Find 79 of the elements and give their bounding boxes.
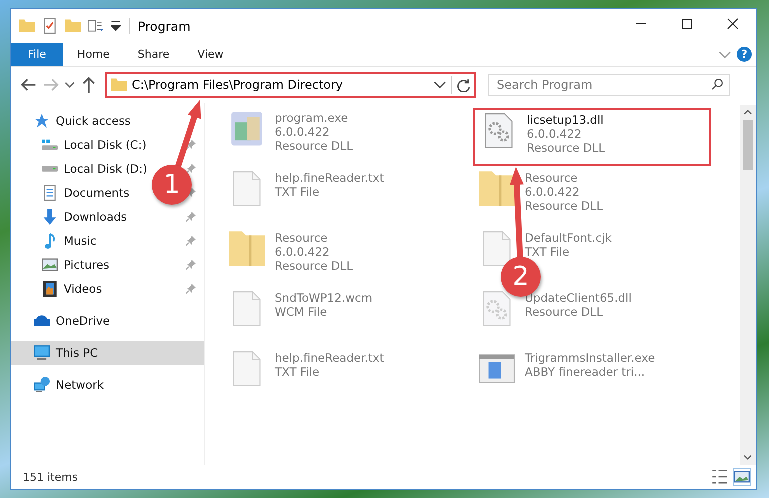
file-name[interactable]: SndToWP12.wcm [275, 291, 373, 305]
pin-icon [186, 140, 196, 150]
file-detail: 6.0.0.422 [527, 127, 583, 141]
scroll-down-icon[interactable] [744, 455, 752, 460]
file-name[interactable]: Resource [275, 231, 354, 245]
picture-icon [42, 257, 58, 273]
checklist-icon[interactable] [42, 18, 58, 34]
sidebar-item[interactable]: Music [64, 234, 97, 248]
file-detail: Resource DLL [525, 199, 604, 213]
sidebar-item[interactable]: Network [56, 378, 104, 392]
pin-icon [186, 284, 196, 294]
pin-icon [186, 164, 196, 174]
file-name[interactable]: TrigrammsInstaller.exe [525, 351, 656, 365]
callout-arrow [174, 100, 202, 169]
sidebar-item[interactable]: Quick access [56, 114, 131, 128]
search-icon [712, 79, 723, 90]
sidebar-item[interactable]: Videos [64, 282, 102, 296]
item-count: 151 items [23, 470, 78, 484]
dropdown-icon[interactable] [111, 21, 121, 31]
scrollbar[interactable] [740, 105, 756, 465]
file-detail: Resource DLL [275, 259, 354, 273]
scroll-up-icon[interactable] [744, 110, 752, 115]
file-detail: Resource DLL [527, 141, 606, 155]
file-detail: ABBY finereader tri... [525, 365, 646, 379]
properties-icon[interactable] [88, 18, 104, 34]
monitor-icon [34, 345, 50, 361]
program-icon[interactable] [229, 111, 265, 147]
sidebar-item[interactable]: Downloads [64, 210, 128, 224]
film-icon [42, 281, 58, 297]
ribbon-tab[interactable]: File [11, 43, 64, 66]
refresh-icon[interactable] [457, 78, 470, 92]
window-title: Program [138, 18, 192, 34]
file-detail: 6.0.0.422 [525, 185, 581, 199]
folder-icon [111, 77, 127, 93]
sidebar-item[interactable]: OneDrive [56, 314, 110, 328]
sidebar-item[interactable]: Documents [64, 186, 130, 200]
search-field[interactable]: Search Program [488, 74, 730, 96]
ribbon-tab[interactable]: Share [124, 43, 184, 66]
up-arrow-icon[interactable] [81, 77, 97, 93]
file-name[interactable]: DefaultFont.cjk [525, 231, 612, 245]
file-name[interactable]: licsetup13.dll [527, 113, 606, 127]
file-detail: 6.0.0.422 [275, 245, 331, 259]
sidebar-item[interactable]: Pictures [64, 258, 110, 272]
sidebar-item[interactable]: Local Disk (C:) [64, 138, 147, 152]
address-bar[interactable]: C:\Program Files\Program Directory [105, 72, 476, 98]
address-path: C:\Program Files\Program Directory [132, 78, 344, 92]
file-detail: TXT File [275, 185, 321, 199]
file-detail: Resource DLL [275, 139, 354, 153]
document-icon [42, 185, 58, 201]
file-detail: WCM File [275, 305, 328, 319]
network-icon [34, 377, 50, 393]
ribbon-tab[interactable]: View [184, 43, 238, 66]
folder-icon[interactable] [479, 171, 515, 207]
pin-icon [186, 260, 196, 270]
dropdown-icon[interactable] [434, 79, 446, 91]
file-name[interactable]: Resource [525, 171, 604, 185]
sidebar-item[interactable]: Local Disk (D:) [64, 162, 148, 176]
down-arrow-icon [42, 209, 58, 225]
recent-locations-icon[interactable] [65, 80, 75, 90]
sidebar-item[interactable]: This PC [56, 346, 98, 360]
help-button[interactable]: ? [737, 47, 752, 62]
file-name[interactable]: help.fineReader.txt [275, 171, 384, 185]
pin-icon [186, 212, 196, 222]
file-detail: TXT File [275, 365, 321, 379]
star-icon [34, 113, 50, 129]
pin-icon [186, 236, 196, 246]
large-icons-view-icon[interactable] [734, 469, 750, 485]
file-detail: TXT File [525, 245, 571, 259]
drive-icon [42, 137, 58, 153]
back-arrow-icon[interactable] [21, 77, 37, 93]
ribbon-tab[interactable]: Home [63, 43, 124, 66]
music-note-icon [42, 233, 58, 249]
file-name[interactable]: program.exe [275, 111, 354, 125]
scroll-thumb[interactable] [743, 120, 753, 170]
file-detail: Resource DLL [525, 305, 604, 319]
file-name[interactable]: help.fineReader.txt [275, 351, 384, 365]
details-view-icon[interactable] [712, 469, 728, 485]
file-detail: 6.0.0.422 [275, 125, 331, 139]
cloud-icon [34, 313, 50, 329]
